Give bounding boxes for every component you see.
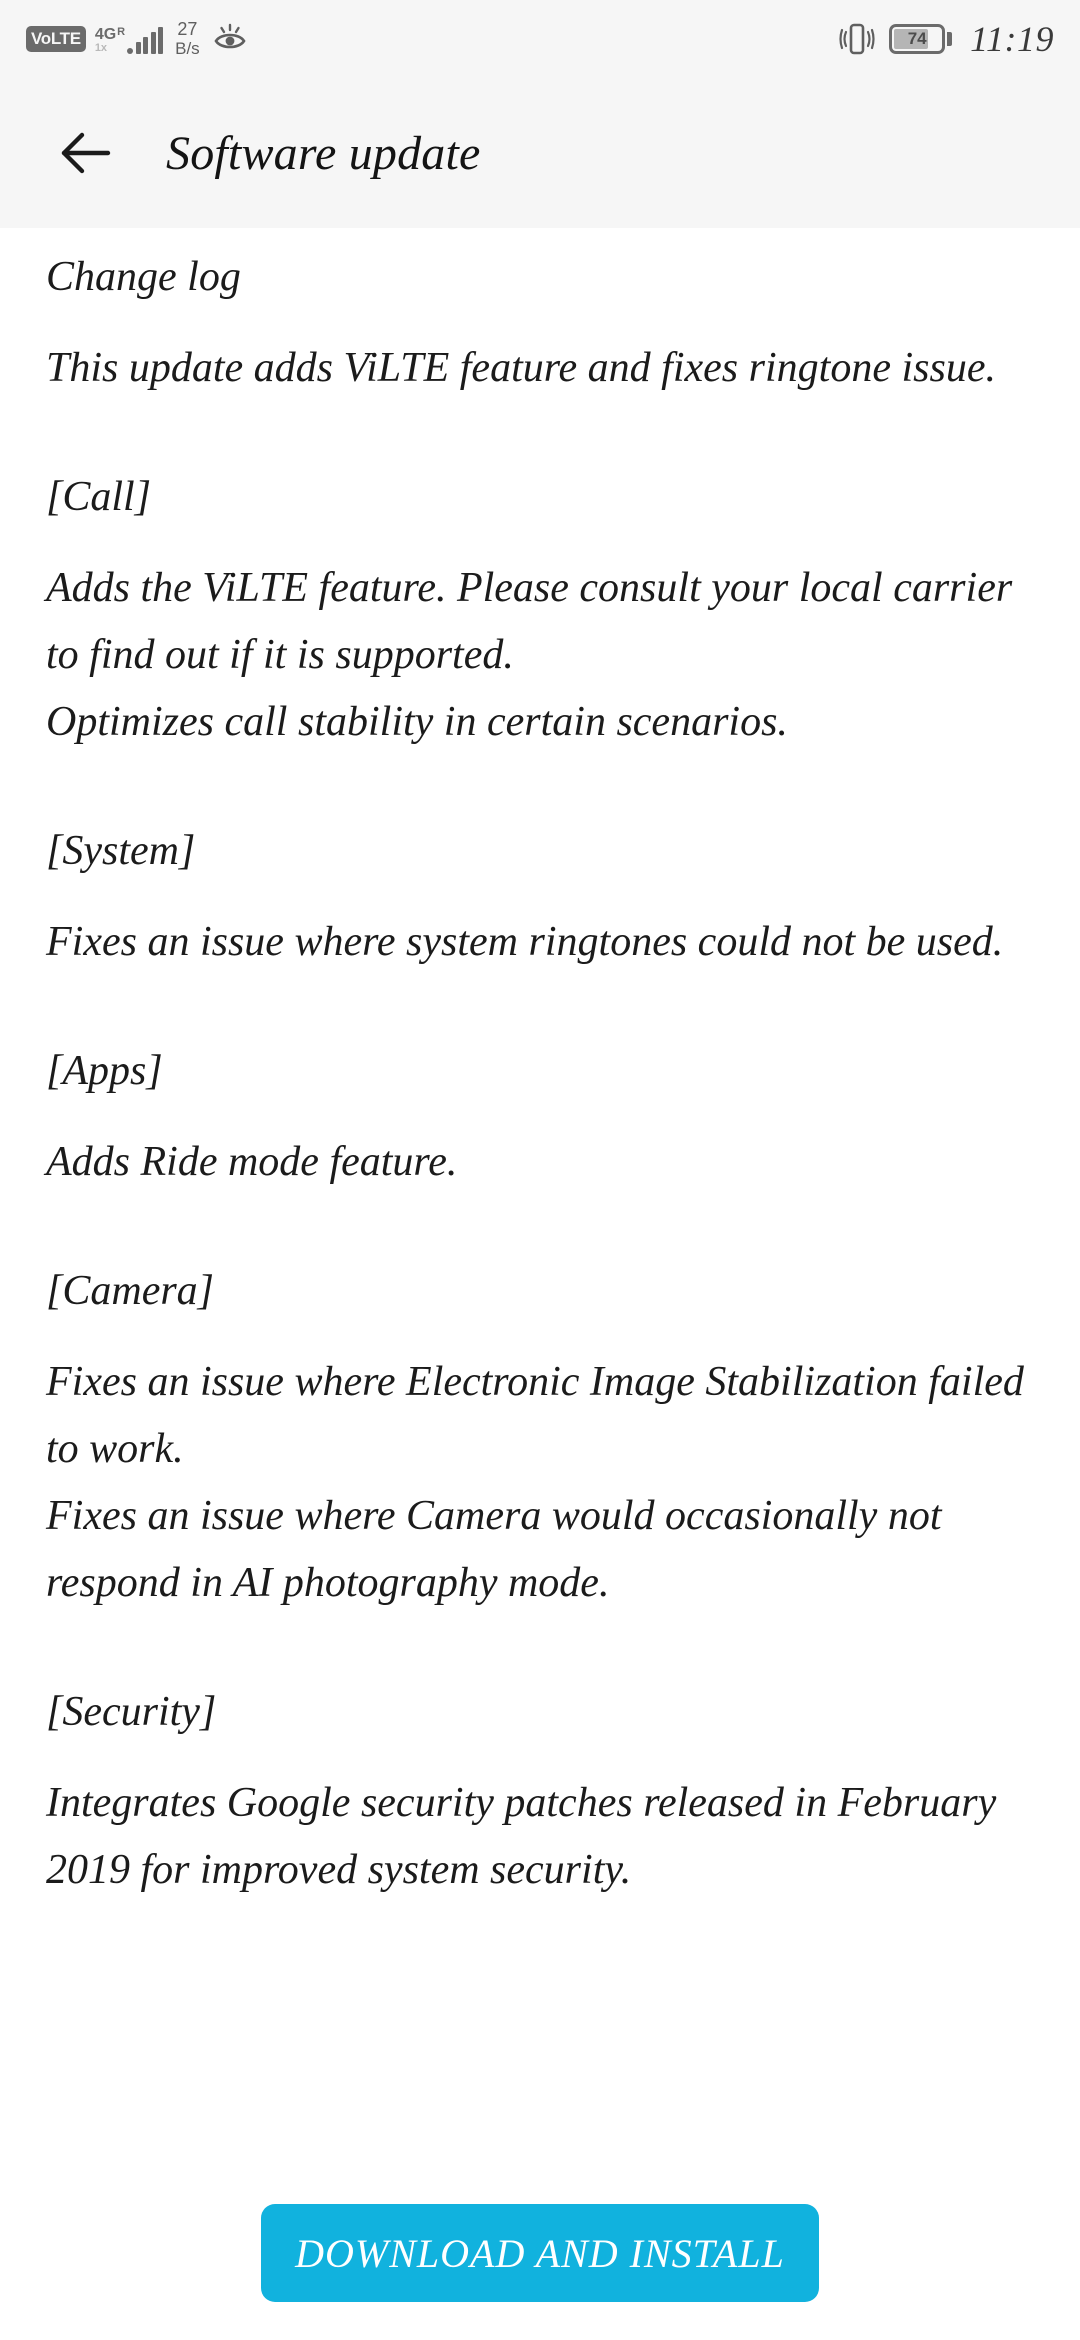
update-summary-text: This update adds ViLTE feature and fixes… [46,345,996,392]
volte-badge: VoLTE [26,26,86,52]
section-line: Fixes an issue where Camera would occasi… [46,1493,942,1607]
network-speed-indicator: 27 B/s [175,19,200,59]
status-bar-left-group: VoLTE 4G R 1x 27 B/s [26,20,247,58]
app-bar: Software update [0,78,1080,228]
section-tag: [System] [46,828,196,875]
footer-action-bar: DOWNLOAD AND INSTALL [0,2180,1080,2340]
change-log-sections: [Call] Adds the ViLTE feature. Please con… [46,474,1034,1904]
status-bar: VoLTE 4G R 1x 27 B/s 74 11:19 [0,0,1080,78]
download-and-install-button[interactable]: DOWNLOAD AND INSTALL [261,2204,819,2302]
section-line: Optimizes call stability in certain scen… [46,699,788,746]
section-tag: [Camera] [46,1268,215,1315]
signal-strength-icon: 4G R 1x [94,25,164,54]
eye-comfort-icon [213,22,247,56]
section-tag: [Apps] [46,1048,163,1095]
status-bar-right-group: 74 11:19 [839,18,1054,60]
network-sub-label: 1x [94,41,108,54]
section-line: Adds the ViLTE feature. Please consult y… [46,565,1013,679]
phone-screen: VoLTE 4G R 1x 27 B/s 74 11:19 Software u… [0,0,1080,2340]
status-bar-clock: 11:19 [970,19,1054,59]
signal-bar-2 [143,36,149,54]
network-speed-unit: B/s [175,39,200,58]
signal-bars [127,26,164,54]
section-line: Adds Ride mode feature. [46,1139,458,1186]
section-line: Integrates Google security patches relea… [46,1780,997,1894]
network-type-text: 4G [94,25,117,43]
page-title: Software update [166,126,481,180]
signal-bar-3 [150,31,156,54]
change-log-scroll-area[interactable]: Change log This update adds ViLTE featur… [0,228,1080,2340]
vibrate-icon [839,19,875,59]
battery-percent-label: 74 [907,29,927,48]
network-type-label: 4G R [94,25,126,43]
section-tag: [Call] [46,474,152,521]
section-tag: [Security] [46,1689,217,1736]
signal-bar-dot [127,47,134,54]
roaming-indicator: R [117,25,126,38]
battery-shell: 74 [889,24,946,54]
network-speed-value: 27 [177,19,198,39]
signal-bar-1 [135,41,141,54]
section-line: Fixes an issue where system ringtones co… [46,919,1004,966]
section-line: Fixes an issue where Electronic Image St… [46,1359,1024,1473]
change-log-heading: Change log [46,254,241,300]
signal-bar-4 [158,26,164,54]
back-arrow-icon[interactable] [48,115,124,191]
battery-tip [947,32,953,46]
battery-indicator: 74 [889,24,953,54]
